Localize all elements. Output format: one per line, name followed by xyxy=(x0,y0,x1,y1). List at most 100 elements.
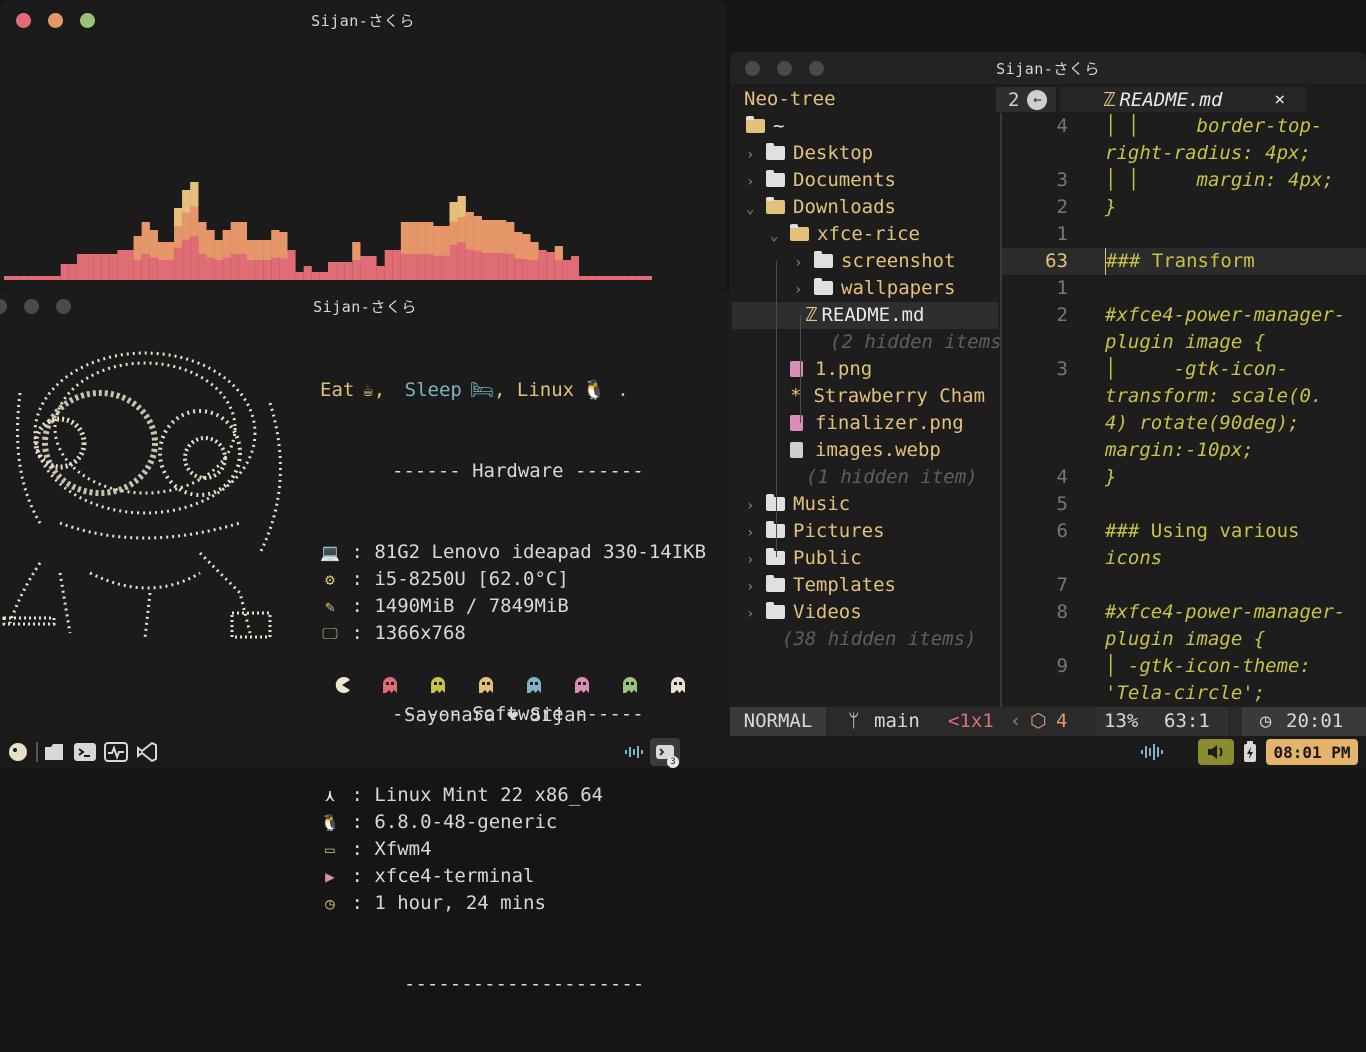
tree-item[interactable]: ⌄ Downloads xyxy=(732,194,998,221)
editor-line[interactable]: right-radius: 4px; xyxy=(1002,140,1366,167)
editor-line[interactable]: 4} xyxy=(1002,464,1366,491)
tree-item-label: (1 hidden item) xyxy=(806,466,978,488)
visualizer-bar xyxy=(101,254,110,280)
visualizer-bar-mid xyxy=(279,232,288,259)
tree-item[interactable]: * Strawberry Cham xyxy=(732,383,998,410)
tree-item-label: Downloads xyxy=(793,196,896,218)
tree-item[interactable]: › screenshot xyxy=(732,248,998,275)
editor-line[interactable]: 7 xyxy=(1002,572,1366,599)
hardware-value: 81G2 Lenovo ideapad 330-14IKB xyxy=(374,541,707,563)
clock-icon: ◷ xyxy=(1260,710,1272,732)
package-icon: ⬡ xyxy=(1030,710,1047,732)
editor-line[interactable]: 2 #xfce4-power-manager- xyxy=(1002,302,1366,329)
minimize-button[interactable] xyxy=(48,12,63,28)
editor-line[interactable]: 'Tela-circle'; xyxy=(1002,680,1366,707)
visualizer-bar-top xyxy=(190,182,199,207)
visualizer-bar-mid xyxy=(400,222,409,254)
terminal-window: Sijan-さくら Eat ☕, Sleep 🛏, Linux 🐧 . ----… xyxy=(0,291,730,995)
tree-item[interactable]: › Public xyxy=(732,545,998,572)
colon-separator: : xyxy=(340,865,375,887)
terminal-icon[interactable] xyxy=(73,740,97,764)
volume-icon[interactable] xyxy=(1198,739,1234,765)
visualizer-bar xyxy=(303,266,312,280)
maximize-button[interactable] xyxy=(80,12,95,28)
maximize-button[interactable] xyxy=(809,60,824,76)
buffer-indicator[interactable]: 2 ← xyxy=(996,87,1056,112)
editor-line[interactable]: 3 │ │ margin: 4px; xyxy=(1002,167,1366,194)
editor-line[interactable]: icons xyxy=(1002,545,1366,572)
editor-line[interactable]: margin:-10px; xyxy=(1002,437,1366,464)
tab-readme[interactable]: ℤ README.md × xyxy=(1060,87,1306,112)
editor-line[interactable]: 6 ### Using various xyxy=(1002,518,1366,545)
system-monitor-icon[interactable] xyxy=(104,740,128,764)
current-line[interactable]: 63 ### Transform xyxy=(1002,248,1366,275)
software-row: ◷ : 1 hour, 24 mins xyxy=(320,890,706,917)
colon-separator: : xyxy=(340,622,375,644)
color-palette xyxy=(318,676,702,700)
tree-item[interactable]: › wallpapers xyxy=(732,275,998,302)
line-number: 3 xyxy=(1056,358,1068,380)
editor-line[interactable]: 3 │ -gtk-icon- xyxy=(1002,356,1366,383)
visualizer-bar-mid xyxy=(425,222,434,254)
editor-line[interactable]: 5 xyxy=(1002,491,1366,518)
neovim-window: Sijan-さくら Neo-tree 2 ← ℤ README.md × ~ › D… xyxy=(730,52,1366,736)
editor-line[interactable]: plugin image { xyxy=(1002,329,1366,356)
taskbar: 3 08:01 PM xyxy=(0,736,1366,768)
close-tab-icon[interactable]: × xyxy=(1274,89,1285,110)
close-button[interactable] xyxy=(16,12,31,28)
tree-item[interactable]: › Pictures xyxy=(732,518,998,545)
tree-item-label: finalizer.png xyxy=(815,412,964,434)
tree-item[interactable]: › Documents xyxy=(732,167,998,194)
ghost-icon xyxy=(510,676,558,700)
tree-item[interactable]: › Music xyxy=(732,491,998,518)
tree-item[interactable]: › Desktop xyxy=(732,140,998,167)
editor-line[interactable]: 2} xyxy=(1002,194,1366,221)
visualizer-bar xyxy=(287,250,296,280)
visualizer-bar-mid xyxy=(530,242,539,260)
file-manager-icon[interactable] xyxy=(42,740,66,764)
ghost-icon xyxy=(414,676,462,700)
editor-line[interactable]: 4 │ │ border-top- xyxy=(1002,113,1366,140)
close-button[interactable] xyxy=(0,298,7,314)
tree-item[interactable]: › Templates xyxy=(732,572,998,599)
terminal-icon: ▶ xyxy=(325,867,335,886)
tree-item[interactable]: finalizer.png xyxy=(732,410,998,437)
tree-item[interactable]: 1.png xyxy=(732,356,998,383)
taskbar-clock[interactable]: 08:01 PM xyxy=(1266,739,1358,765)
editor-line[interactable]: plugin image { xyxy=(1002,626,1366,653)
active-window-button[interactable]: 3 xyxy=(650,738,680,768)
menu-icon[interactable] xyxy=(6,740,30,764)
editor-line[interactable]: 1 xyxy=(1002,221,1366,248)
visualizer-bar xyxy=(311,272,320,280)
minimize-button[interactable] xyxy=(777,60,792,76)
vscode-icon[interactable] xyxy=(135,740,159,764)
chevron-right-icon: › xyxy=(746,579,755,595)
close-button[interactable] xyxy=(745,60,760,76)
editor-line[interactable]: 1 xyxy=(1002,275,1366,302)
image-file-icon xyxy=(790,361,803,377)
line-number: 5 xyxy=(1056,493,1068,515)
visualizer-bar xyxy=(36,276,45,280)
hardware-row: 🖵 : 1366x768 xyxy=(320,620,706,647)
tree-item[interactable]: › Videos xyxy=(732,599,998,626)
editor-line[interactable]: 9 │ -gtk-icon-theme: xyxy=(1002,653,1366,680)
editor-pane[interactable]: 4 │ │ border-top-right-radius: 4px; 3 │ │ m… xyxy=(1002,113,1366,733)
tree-item[interactable]: ⌄ xfce-rice xyxy=(732,221,998,248)
battery-icon[interactable] xyxy=(1238,740,1262,764)
tree-item-label: 1.png xyxy=(815,358,873,380)
editor-line[interactable]: 4) rotate(90deg); xyxy=(1002,410,1366,437)
window-icon: ▭ xyxy=(325,840,335,859)
tree-item[interactable]: ~ xyxy=(732,113,998,140)
maximize-button[interactable] xyxy=(56,298,71,314)
visualizer-bar-mid xyxy=(198,222,207,254)
tree-item[interactable]: ℤ README.md xyxy=(732,302,998,329)
package-count: 4 xyxy=(1056,710,1068,732)
minimize-button[interactable] xyxy=(24,298,39,314)
tree-item[interactable]: images.webp xyxy=(732,437,998,464)
editor-line[interactable]: transform: scale(0. xyxy=(1002,383,1366,410)
visualizer-bar xyxy=(295,272,304,280)
editor-line[interactable]: 8 #xfce4-power-manager- xyxy=(1002,599,1366,626)
visualizer-bar xyxy=(571,256,580,280)
cup-icon: ☕ xyxy=(362,379,374,401)
visualizer-bar xyxy=(12,276,21,280)
